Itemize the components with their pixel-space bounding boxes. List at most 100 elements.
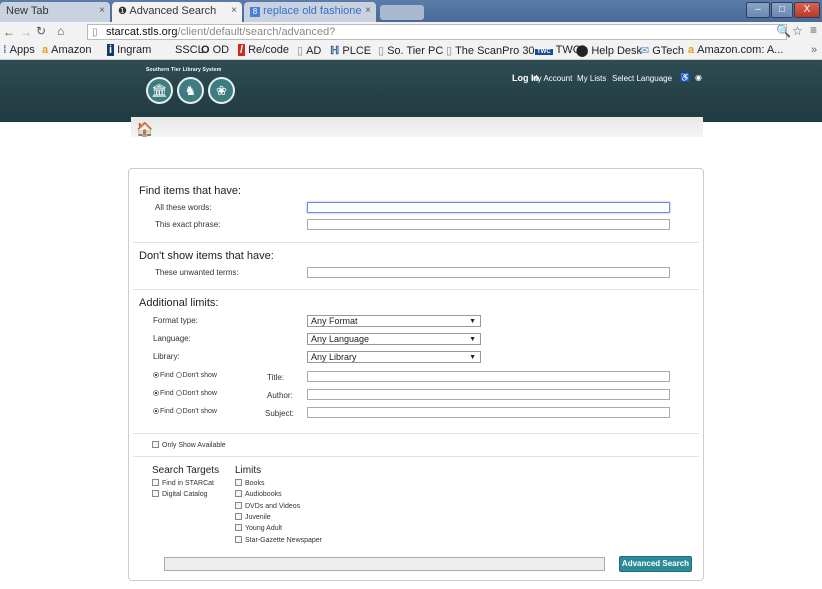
bookmark-scanpro[interactable]: ▯ The ScanPro 30... <box>446 44 544 57</box>
bookmark-so-tier-pc[interactable]: ▯ So. Tier PC <box>378 44 443 57</box>
new-tab-button[interactable] <box>380 5 424 20</box>
twc-icon: TWC <box>535 49 553 55</box>
bookmark-ingram[interactable]: i Ingram <box>107 44 151 56</box>
checkbox-icon <box>235 513 242 520</box>
select-language-link[interactable]: Select Language <box>612 74 672 83</box>
forward-icon[interactable]: → <box>20 25 32 39</box>
bookmark-plce[interactable]: ℍ PLCE <box>330 44 371 57</box>
find-heading: Find items that have: <box>139 185 242 197</box>
find-radio[interactable]: Find <box>153 390 174 397</box>
checkbox-icon <box>235 524 242 531</box>
language-select[interactable]: Any Language ▼ <box>307 333 481 345</box>
minimize-button[interactable]: – <box>746 2 770 18</box>
settings-circle-icon[interactable]: ◉ <box>695 73 702 82</box>
dont-show-radio[interactable]: Don't show <box>175 390 217 397</box>
breadcrumb <box>131 117 703 137</box>
library-columns-icon[interactable]: 🏛 <box>146 77 173 104</box>
bookmark-od[interactable]: O OD <box>201 44 229 56</box>
tab-label: replace old fashione <box>263 5 362 17</box>
checkbox-icon <box>152 490 159 497</box>
limit-star-gazette-checkbox[interactable]: Star-Gazette Newspaper <box>235 536 322 544</box>
author-label: Author: <box>267 391 293 400</box>
only-show-available-checkbox[interactable]: Only Show Available <box>152 441 226 449</box>
dont-show-radio[interactable]: Don't show <box>175 408 217 415</box>
back-icon[interactable]: ← <box>3 25 15 39</box>
limit-books-checkbox[interactable]: Books <box>235 479 264 487</box>
radio-selected-icon <box>153 390 159 396</box>
title-input[interactable] <box>307 371 670 382</box>
maximize-button[interactable]: □ <box>771 2 793 18</box>
tab-close-icon[interactable]: × <box>365 5 371 16</box>
unwanted-terms-input[interactable] <box>307 267 670 278</box>
amazon-icon: a <box>42 44 49 56</box>
advanced-search-button[interactable]: Advanced Search <box>619 556 692 572</box>
bookmark-twc[interactable]: TWC TWC <box>535 44 581 56</box>
tab-close-icon[interactable]: × <box>231 5 237 16</box>
author-find-radio-group: Find Don't show <box>153 390 217 397</box>
reload-icon[interactable]: ↻ <box>36 24 46 38</box>
checkbox-icon <box>152 441 159 448</box>
radio-selected-icon <box>153 372 159 378</box>
logo-text: Southern Tier Library System <box>146 67 222 73</box>
bookmark-help-desk[interactable]: ⬤ Help Desk <box>576 44 642 57</box>
ingram-icon: i <box>107 44 115 56</box>
bottom-search-field[interactable] <box>164 557 605 571</box>
limit-juvenile-checkbox[interactable]: Juvenile <box>235 513 271 521</box>
tab-advanced-search[interactable]: ❶ Advanced Search × <box>112 2 242 22</box>
google-icon: 8 <box>250 7 260 17</box>
divider <box>133 456 699 457</box>
zoom-icon[interactable]: 🔍 <box>776 24 791 38</box>
knight-icon[interactable]: ♞ <box>177 77 204 104</box>
bookmark-sscl[interactable]: SSCL <box>175 44 204 56</box>
bookmark-amazon-com[interactable]: a Amazon.com: A... <box>688 44 783 56</box>
bookmark-ad[interactable]: ▯ AD <box>297 44 321 57</box>
bookmark-gtech[interactable]: ✉ GTech <box>640 44 684 57</box>
target-digital-catalog-checkbox[interactable]: Digital Catalog <box>152 490 208 498</box>
close-button[interactable]: X <box>794 2 820 18</box>
dont-show-heading: Don't show items that have: <box>139 250 274 262</box>
lotus-icon[interactable]: ❀ <box>208 77 235 104</box>
library-select[interactable]: Any Library ▼ <box>307 351 481 363</box>
limit-audiobooks-checkbox[interactable]: Audiobooks <box>235 490 282 498</box>
breadcrumb-home-icon[interactable]: 🏠 <box>136 121 153 138</box>
limits-heading: Additional limits: <box>139 297 219 309</box>
menu-icon[interactable]: ≡ <box>810 23 817 37</box>
star-icon[interactable]: ☆ <box>792 24 803 38</box>
page-icon: ▯ <box>446 45 453 57</box>
tab-new-tab[interactable]: New Tab × <box>0 2 110 22</box>
divider <box>133 242 699 243</box>
tab-google-search[interactable]: 8 replace old fashione × <box>244 2 376 22</box>
all-words-label: All these words: <box>155 203 212 212</box>
my-lists-link[interactable]: My Lists <box>577 74 606 83</box>
bookmark-recode[interactable]: / Re/code <box>238 44 289 56</box>
target-starcat-checkbox[interactable]: Find in STARCat <box>152 479 214 487</box>
all-words-input[interactable] <box>307 202 670 213</box>
bookmark-apps[interactable]: ⁞ Apps <box>3 44 35 56</box>
limit-young-adult-checkbox[interactable]: Young Adult <box>235 524 282 532</box>
address-bar[interactable]: ▯ starcat.stls.org/client/default/search… <box>87 24 787 40</box>
find-radio[interactable]: Find <box>153 372 174 379</box>
subject-input[interactable] <box>307 407 670 418</box>
tab-close-icon[interactable]: × <box>99 5 105 16</box>
format-select[interactable]: Any Format ▼ <box>307 315 481 327</box>
author-input[interactable] <box>307 389 670 400</box>
checkbox-icon <box>235 490 242 497</box>
limit-dvds-checkbox[interactable]: DVDs and Videos <box>235 502 300 510</box>
bookmarks-bar: ⁞ Apps a Amazon i Ingram SSCL O OD / Re/code … <box>0 42 822 60</box>
library-selected-value: Any Library <box>311 352 357 362</box>
amazon-icon: a <box>688 44 695 56</box>
search-targets-heading: Search Targets <box>152 465 220 476</box>
format-selected-value: Any Format <box>311 316 358 326</box>
browser-tab-strip: New Tab × ❶ Advanced Search × 8 replace … <box>0 0 822 22</box>
language-selected-value: Any Language <box>311 334 370 344</box>
exact-phrase-input[interactable] <box>307 219 670 230</box>
bookmarks-overflow-icon[interactable]: » <box>811 44 817 56</box>
accessibility-icon[interactable]: ♿ <box>680 73 690 82</box>
checkbox-icon <box>235 536 242 543</box>
my-account-link[interactable]: My Account <box>531 74 572 83</box>
find-radio[interactable]: Find <box>153 408 174 415</box>
subject-find-radio-group: Find Don't show <box>153 408 217 415</box>
dont-show-radio[interactable]: Don't show <box>175 372 217 379</box>
bookmark-amazon[interactable]: a Amazon <box>42 44 91 56</box>
home-icon[interactable]: ⌂ <box>57 24 64 38</box>
